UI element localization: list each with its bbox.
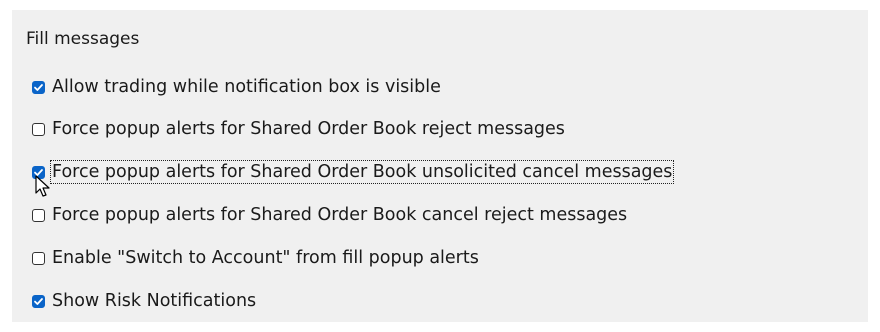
option-label[interactable]: Show Risk Notifications: [51, 290, 257, 312]
option-allow-trading[interactable]: Allow trading while notification box is …: [32, 75, 442, 99]
checkbox-checked-icon[interactable]: [32, 165, 45, 179]
checkbox-checked-icon[interactable]: [32, 294, 45, 308]
option-label[interactable]: Allow trading while notification box is …: [51, 76, 442, 98]
option-force-popup-unsolicited-cancel[interactable]: Force popup alerts for Shared Order Book…: [32, 160, 675, 184]
checkbox-unchecked-icon[interactable]: [32, 208, 45, 222]
option-force-popup-cancel-reject[interactable]: Force popup alerts for Shared Order Book…: [32, 203, 628, 227]
option-label[interactable]: Force popup alerts for Shared Order Book…: [51, 118, 566, 140]
option-show-risk-notifications[interactable]: Show Risk Notifications: [32, 289, 257, 313]
checkbox-unchecked-icon[interactable]: [32, 122, 45, 136]
group-title: Fill messages: [26, 29, 140, 49]
fill-messages-group: Fill messages Allow trading while notifi…: [12, 10, 868, 322]
option-force-popup-reject[interactable]: Force popup alerts for Shared Order Book…: [32, 117, 566, 141]
option-label[interactable]: Force popup alerts for Shared Order Book…: [51, 204, 628, 226]
checkbox-unchecked-icon[interactable]: [32, 251, 45, 265]
option-enable-switch-to-account[interactable]: Enable "Switch to Account" from fill pop…: [32, 246, 480, 270]
option-label-focused[interactable]: Force popup alerts for Shared Order Book…: [49, 160, 675, 184]
checkbox-checked-icon[interactable]: [32, 80, 45, 94]
option-label[interactable]: Enable "Switch to Account" from fill pop…: [51, 247, 480, 269]
